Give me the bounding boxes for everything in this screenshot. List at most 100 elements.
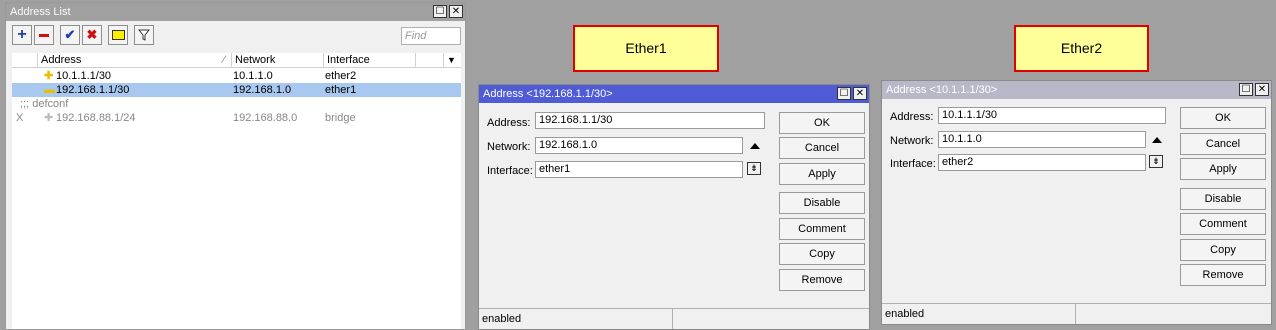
enable-button[interactable]: ✔ — [60, 25, 80, 45]
sort-icon: ⁄ — [223, 54, 225, 66]
collapse-arrow-icon[interactable] — [1152, 137, 1162, 143]
minus-icon — [39, 33, 49, 37]
window-title: Address List — [10, 6, 71, 18]
active-address-icon: ▬ — [44, 84, 55, 96]
row-address: 10.1.1.1/30 — [56, 70, 112, 82]
note-icon — [111, 30, 125, 40]
dialog-title: Address <192.168.1.1/30> — [483, 88, 613, 100]
row-interface: ether2 — [325, 70, 357, 82]
row-address: 192.168.1.1/30 — [56, 84, 130, 96]
filter-icon — [138, 29, 150, 41]
maximize-icon: ☐ — [839, 87, 849, 99]
status-text: enabled — [882, 304, 1076, 324]
remove-button[interactable]: Remove — [1180, 264, 1266, 286]
table-header: Address ⁄ Network Interface ▼ — [12, 53, 461, 68]
comment-button[interactable]: Comment — [779, 218, 865, 240]
table-row-selected[interactable]: ▬ 192.168.1.1/30 192.168.1.0 ether1 — [12, 83, 461, 97]
address-label: Address: — [487, 117, 531, 129]
row-comment: ;;; defconf — [20, 98, 69, 110]
disable-button[interactable]: ✖ — [82, 25, 102, 45]
row-network: 10.1.1.0 — [233, 70, 273, 82]
comment-row[interactable]: ;;; defconf — [12, 99, 461, 110]
x-icon: ✖ — [86, 27, 98, 42]
close-icon: ✕ — [1257, 83, 1267, 95]
row-interface: ether1 — [325, 84, 357, 96]
close-button[interactable]: ✕ — [449, 5, 463, 18]
dialog-titlebar[interactable]: Address <192.168.1.1/30> ☐ ✕ — [479, 85, 869, 103]
copy-button[interactable]: Copy — [779, 243, 865, 265]
maximize-icon: ☐ — [1241, 83, 1251, 95]
address-column-header[interactable]: Address ⁄ — [38, 53, 232, 67]
apply-button[interactable]: Apply — [779, 163, 865, 185]
toolbar: + ✔ ✖ Find — [12, 25, 461, 47]
network-label: Network: — [890, 135, 934, 147]
empty-column-header — [416, 53, 444, 67]
row-network: 192.168.1.0 — [233, 84, 292, 96]
address-dialog-ether2: Address <10.1.1.1/30> ☐ ✕ Address: 10.1.… — [881, 80, 1272, 325]
network-column-header[interactable]: Network — [232, 53, 324, 67]
check-icon: ✔ — [64, 27, 76, 42]
comment-button[interactable] — [108, 25, 128, 45]
filter-button[interactable] — [134, 25, 154, 45]
address-label: Address: — [890, 111, 934, 123]
interface-label: Interface: — [487, 165, 533, 177]
interface-column-header[interactable]: Interface — [324, 53, 416, 67]
row-network: 192.168.88.0 — [233, 112, 298, 124]
disable-button[interactable]: Disable — [1180, 188, 1266, 210]
ether1-annotation: Ether1 — [573, 25, 719, 72]
maximize-button[interactable]: ☐ — [1239, 83, 1253, 96]
dropdown-icon: ⇟ — [750, 163, 758, 173]
row-interface: bridge — [325, 112, 356, 124]
comment-button[interactable]: Comment — [1180, 213, 1266, 235]
address-list-window: Address List ☐ ✕ + ✔ ✖ Find Address ⁄ Ne… — [5, 2, 466, 330]
status-text: enabled — [479, 309, 673, 329]
add-button[interactable]: + — [12, 25, 32, 45]
address-list-titlebar[interactable]: Address List ☐ ✕ — [6, 3, 465, 21]
dialog-titlebar[interactable]: Address <10.1.1.1/30> ☐ ✕ — [882, 81, 1271, 99]
dropdown-icon: ⇟ — [1152, 156, 1160, 166]
address-table: Address ⁄ Network Interface ▼ ✚ 10.1.1.1… — [12, 53, 461, 329]
close-icon: ✕ — [855, 87, 865, 99]
interface-select[interactable]: ether2 — [938, 154, 1146, 171]
find-input[interactable]: Find — [401, 27, 461, 45]
network-field[interactable]: 192.168.1.0 — [535, 137, 743, 154]
plus-icon: + — [17, 26, 27, 43]
maximize-icon: ☐ — [435, 5, 445, 17]
close-button[interactable]: ✕ — [1255, 83, 1269, 96]
interface-label: Interface: — [890, 158, 936, 170]
disable-button[interactable]: Disable — [779, 192, 865, 214]
cancel-button[interactable]: Cancel — [1180, 133, 1266, 155]
address-field[interactable]: 10.1.1.1/30 — [938, 107, 1166, 124]
maximize-button[interactable]: ☐ — [433, 5, 447, 18]
close-button[interactable]: ✕ — [853, 87, 867, 100]
network-field[interactable]: 10.1.1.0 — [938, 131, 1146, 148]
column-menu-button[interactable]: ▼ — [444, 53, 463, 67]
ether2-annotation: Ether2 — [1014, 25, 1149, 72]
table-row[interactable]: ✚ 10.1.1.1/30 10.1.1.0 ether2 — [12, 71, 461, 82]
flag-column-header[interactable] — [12, 53, 38, 67]
status-bar: enabled — [882, 303, 1271, 324]
interface-select[interactable]: ether1 — [535, 161, 743, 178]
address-field[interactable]: 192.168.1.1/30 — [535, 112, 765, 129]
row-flag: X — [16, 112, 24, 124]
remove-button[interactable]: Remove — [779, 269, 865, 291]
ok-button[interactable]: OK — [779, 112, 865, 134]
status-bar: enabled — [479, 308, 869, 329]
interface-dropdown-button[interactable]: ⇟ — [1149, 155, 1163, 168]
dialog-title: Address <10.1.1.1/30> — [886, 84, 998, 96]
chevron-down-icon: ▼ — [447, 55, 456, 65]
cancel-button[interactable]: Cancel — [779, 137, 865, 159]
ok-button[interactable]: OK — [1180, 107, 1266, 129]
interface-dropdown-button[interactable]: ⇟ — [747, 162, 761, 175]
disabled-address-icon: ✚ — [44, 112, 54, 124]
address-dialog-ether1: Address <192.168.1.1/30> ☐ ✕ Address: 19… — [478, 84, 870, 330]
table-row-disabled[interactable]: X ✚ 192.168.88.1/24 192.168.88.0 bridge — [12, 113, 461, 124]
remove-button[interactable] — [34, 25, 54, 45]
network-label: Network: — [487, 141, 531, 153]
copy-button[interactable]: Copy — [1180, 239, 1266, 261]
collapse-arrow-icon[interactable] — [750, 143, 760, 149]
maximize-button[interactable]: ☐ — [837, 87, 851, 100]
row-address: 192.168.88.1/24 — [56, 112, 136, 124]
apply-button[interactable]: Apply — [1180, 158, 1266, 180]
close-icon: ✕ — [451, 5, 461, 17]
